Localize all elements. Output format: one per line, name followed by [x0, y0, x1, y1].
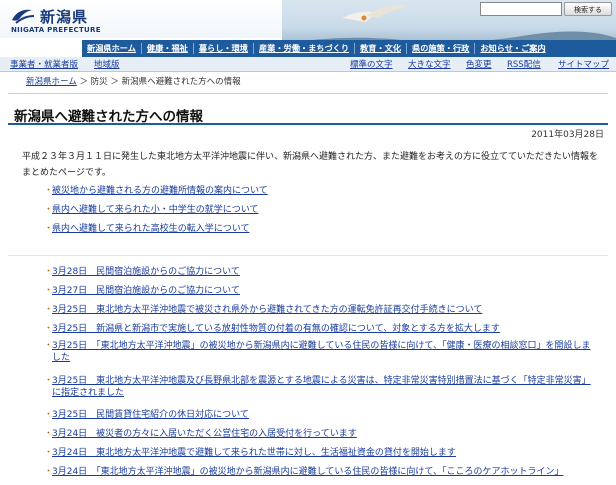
- breadcrumb-separator: ＞: [76, 77, 91, 87]
- gnav-industry[interactable]: 産業・労働・まちづくり: [254, 43, 356, 54]
- list-item: ・ 3月24日 東北地方太平洋沖地震で避難して来られた世帯に対し、生活福祉資金の貸…: [44, 447, 598, 466]
- page-title: 新潟県へ避難された方への情報: [14, 109, 203, 125]
- primary-link-list: ・被災地から避難される方の避難所情報の案内について ・県内へ避難して来られた小・…: [44, 185, 268, 242]
- subnav-region[interactable]: 地域版: [94, 58, 120, 70]
- bullet-icon: ・: [44, 267, 54, 277]
- bullet-icon: ・: [44, 376, 54, 386]
- breadcrumb-current: 新潟県へ避難された方への情報: [121, 77, 241, 87]
- site-search: 検索する: [480, 2, 614, 16]
- bullet-icon: ・: [44, 341, 54, 351]
- list-item: ・ 3月25日 東北地方太平洋沖地震で被災され県外から避難されてきた方の運転免許証…: [44, 304, 598, 323]
- gnav-education-culture[interactable]: 教育・文化: [355, 43, 408, 54]
- list-item: ・ 3月25日 新潟県と新潟市で実施している放射性物質の付着の有無の確認について、…: [44, 323, 598, 340]
- gnav-notices[interactable]: お知らせ・ご案内: [475, 43, 550, 54]
- subnav-rss[interactable]: RSS配信: [507, 58, 541, 70]
- news-link[interactable]: 3月28日 民間宿泊施設からのご協力について: [52, 267, 240, 277]
- list-item: ・ 3月27日 民間宿泊施設からのご協力について: [44, 285, 598, 304]
- news-link[interactable]: 3月24日 東北地方太平洋沖地震で避難して来られた世帯に対し、生活福祉資金の貸付…: [52, 448, 456, 458]
- subnav-color-change[interactable]: 色変更: [466, 58, 492, 70]
- bullet-icon: ・: [44, 429, 54, 439]
- subnav-sitemap[interactable]: サイトマップ: [558, 58, 609, 70]
- list-item: ・ 3月24日 被災者の方々に入居いただく公営住宅の入居受付を行っています: [44, 428, 598, 447]
- gnav-life-environment[interactable]: 暮らし・環境: [194, 43, 254, 54]
- list-item: ・ 3月25日 「東北地方太平洋沖地震」の被災地から新潟県内に避難している住民の皆…: [44, 340, 598, 375]
- divider: [8, 255, 608, 256]
- list-item: ・県内へ避難して来られた小・中学生の就学について: [44, 204, 268, 223]
- breadcrumb-separator: ＞: [107, 77, 122, 87]
- gnav-home[interactable]: 新潟県ホーム: [82, 43, 142, 54]
- logo-text-jp: 新潟県: [40, 8, 89, 26]
- site-header: 新潟県 NIIGATA PREFECTURE 検索する 新潟県ホーム 健康・福祉…: [0, 0, 616, 78]
- divider: [8, 93, 608, 94]
- bullet-icon: ・: [44, 286, 54, 296]
- bullet-icon: ・: [44, 410, 54, 420]
- bullet-icon: ・: [44, 448, 54, 458]
- list-item: ・ 3月28日 民間宿泊施設からのご協力について: [44, 266, 598, 285]
- search-button[interactable]: 検索する: [564, 2, 612, 16]
- news-link[interactable]: 3月25日 民間賃貸住宅紹介の休日対応について: [52, 410, 249, 420]
- news-link[interactable]: 3月25日 「東北地方太平洋沖地震」の被災地から新潟県内に避難している住民の皆様…: [52, 341, 590, 363]
- link-elementary-school-enrollment[interactable]: 県内へ避難して来られた小・中学生の就学について: [52, 205, 258, 215]
- sub-nav: 事業者・就業者版 地域版 標準の文字 大きな文字 色変更 RSS配信 サイトマッ…: [0, 57, 616, 72]
- subnav-large-text[interactable]: 大きな文字: [408, 58, 451, 70]
- bullet-icon: ・: [44, 324, 54, 334]
- news-link[interactable]: 3月27日 民間宿泊施設からのご協力について: [52, 286, 240, 296]
- list-item: ・県内へ避難して来られた高校生の転入学について: [44, 223, 268, 242]
- news-link-list: ・ 3月28日 民間宿泊施設からのご協力について ・ 3月27日 民間宿泊施設からの…: [44, 266, 598, 485]
- list-item: ・ 3月25日 民間賃貸住宅紹介の休日対応について: [44, 409, 598, 428]
- bullet-icon: ・: [44, 224, 54, 234]
- gnav-health-welfare[interactable]: 健康・福祉: [142, 43, 194, 54]
- gnav-policy[interactable]: 県の施策・行政: [407, 43, 476, 54]
- subnav-business[interactable]: 事業者・就業者版: [10, 58, 78, 70]
- news-link[interactable]: 3月24日 被災者の方々に入居いただく公営住宅の入居受付を行っています: [52, 429, 357, 439]
- breadcrumb-disaster: 防災: [90, 77, 108, 87]
- site-logo[interactable]: 新潟県 NIIGATA PREFECTURE: [10, 4, 120, 34]
- news-link[interactable]: 3月25日 東北地方太平洋沖地震で被災され県外から避難されてきた方の運転免許証再…: [52, 305, 482, 315]
- list-item: ・被災地から避難される方の避難所情報の案内について: [44, 185, 268, 204]
- news-link[interactable]: 3月25日 新潟県と新潟市で実施している放射性物質の付着の有無の確認について、対…: [52, 324, 500, 334]
- breadcrumb-home[interactable]: 新潟県ホーム: [26, 77, 77, 87]
- bullet-icon: ・: [44, 467, 54, 477]
- list-item: ・ 3月24日 「東北地方太平洋沖地震」の被災地から新潟県内に避難している住民の皆…: [44, 466, 598, 485]
- subnav-standard-text[interactable]: 標準の文字: [350, 58, 393, 70]
- prefecture-logo-icon: [12, 9, 35, 24]
- search-button-label: 検索する: [574, 6, 602, 14]
- publish-date: 2011年03月28日: [531, 130, 604, 140]
- intro-text: 平成２３年３月１１日に発生した東北地方太平洋沖地震に伴い、新潟県へ避難された方、…: [22, 152, 599, 178]
- news-link[interactable]: 3月25日 東北地方太平洋沖地震及び長野県北部を震源とする地震による災害は、特定…: [52, 376, 591, 398]
- link-high-school-transfer[interactable]: 県内へ避難して来られた高校生の転入学について: [52, 224, 249, 234]
- title-underline: [8, 123, 608, 125]
- link-evacuation-shelter-info[interactable]: 被災地から避難される方の避難所情報の案内について: [52, 186, 268, 196]
- breadcrumb: 新潟県ホーム ＞ 防災 ＞ 新潟県へ避難された方への情報: [26, 75, 241, 87]
- search-input[interactable]: [480, 2, 562, 16]
- news-link[interactable]: 3月24日 「東北地方太平洋沖地震」の被災地から新潟県内に避難している住民の皆様…: [52, 467, 563, 477]
- logo-text-en: NIIGATA PREFECTURE: [11, 26, 101, 34]
- bullet-icon: ・: [44, 205, 54, 215]
- bullet-icon: ・: [44, 305, 54, 315]
- list-item: ・ 3月25日 東北地方太平洋沖地震及び長野県北部を震源とする地震による災害は、特…: [44, 375, 598, 409]
- global-nav: 新潟県ホーム 健康・福祉 暮らし・環境 産業・労働・まちづくり 教育・文化 県の…: [82, 40, 616, 57]
- bullet-icon: ・: [44, 186, 54, 196]
